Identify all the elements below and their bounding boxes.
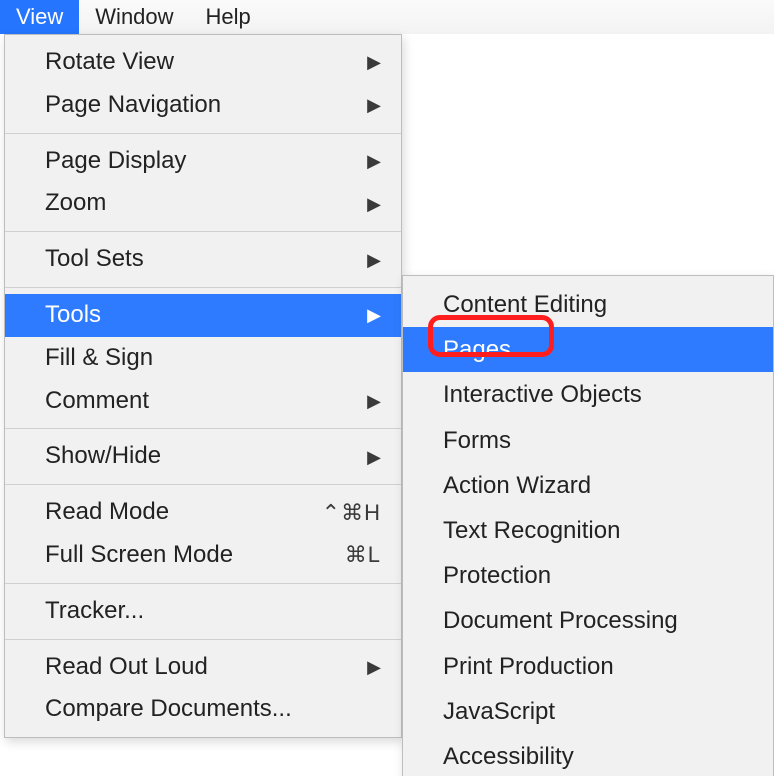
submenu-item-accessibility[interactable]: Accessibility: [403, 734, 773, 776]
submenu-item-javascript[interactable]: JavaScript: [403, 689, 773, 734]
menubar: View Window Help: [0, 0, 774, 34]
pdf-file-icon: PDF: [740, 42, 768, 72]
menu-item-label: Compare Documents...: [45, 692, 292, 727]
menu-item-label: Page Display: [45, 144, 186, 179]
submenu-arrow-icon: ▶: [367, 247, 381, 273]
submenu-arrow-icon: ▶: [367, 302, 381, 328]
menu-item-show-hide[interactable]: Show/Hide ▶: [5, 435, 401, 478]
zoom-level-combobox[interactable]: 187% ▼: [596, 165, 742, 209]
text-edit-icon[interactable]: T: [674, 92, 708, 126]
keyboard-shortcut: ⌘L: [345, 539, 381, 571]
submenu-arrow-icon: ▶: [367, 92, 381, 118]
menu-item-page-navigation[interactable]: Page Navigation ▶: [5, 84, 401, 127]
menu-window[interactable]: Window: [79, 0, 189, 34]
svg-text:T: T: [681, 97, 690, 113]
submenu-item-label: Action Wizard: [443, 467, 591, 504]
menu-separator: [5, 133, 401, 134]
comment-bubble-icon[interactable]: [622, 92, 656, 126]
menu-item-read-mode[interactable]: Read Mode ⌃⌘H: [5, 491, 401, 534]
annotation-highlight-box: [428, 315, 554, 357]
submenu-item-label: JavaScript: [443, 693, 555, 730]
gear-icon[interactable]: [570, 92, 604, 126]
menu-item-label: Zoom: [45, 186, 106, 221]
menu-item-label: Page Navigation: [45, 88, 221, 123]
submenu-item-print-production[interactable]: Print Production: [403, 644, 773, 689]
menu-separator: [5, 287, 401, 288]
submenu-arrow-icon: ▶: [367, 191, 381, 217]
submenu-item-label: Document Processing: [443, 602, 678, 639]
menu-item-read-out-loud[interactable]: Read Out Loud ▶: [5, 646, 401, 689]
submenu-item-label: Print Production: [443, 648, 614, 685]
mail-icon[interactable]: [499, 92, 533, 126]
zoom-in-button[interactable]: [542, 165, 586, 209]
zoom-out-button[interactable]: [488, 165, 532, 209]
menu-item-label: Fill & Sign: [45, 341, 153, 376]
submenu-item-label: Protection: [443, 557, 551, 594]
menu-item-label: Comment: [45, 384, 149, 419]
submenu-item-text-recognition[interactable]: Text Recognition: [403, 508, 773, 553]
view-dropdown: Rotate View ▶ Page Navigation ▶ Page Dis…: [4, 34, 402, 738]
submenu-arrow-icon: ▶: [367, 49, 381, 75]
menu-item-compare-documents[interactable]: Compare Documents...: [5, 688, 401, 731]
menu-separator: [5, 231, 401, 232]
submenu-arrow-icon: ▶: [367, 388, 381, 414]
submenu-item-label: Forms: [443, 422, 511, 459]
submenu-item-document-processing[interactable]: Document Processing: [403, 598, 773, 643]
submenu-item-label: Interactive Objects: [443, 376, 642, 413]
submenu-arrow-icon: ▶: [367, 654, 381, 680]
toolbar-right-stub: [752, 165, 768, 209]
menu-item-page-display[interactable]: Page Display ▶: [5, 140, 401, 183]
keyboard-shortcut: ⌃⌘H: [322, 497, 381, 529]
menu-item-comment[interactable]: Comment ▶: [5, 380, 401, 423]
menu-item-label: Tools: [45, 298, 101, 333]
delete-page-icon[interactable]: [726, 92, 760, 126]
submenu-item-action-wizard[interactable]: Action Wizard: [403, 463, 773, 508]
submenu-item-interactive-objects[interactable]: Interactive Objects: [403, 372, 773, 417]
menu-separator: [5, 428, 401, 429]
menu-item-rotate-view[interactable]: Rotate View ▶: [5, 41, 401, 84]
menu-view[interactable]: View: [0, 0, 79, 34]
zoom-dropdown-arrow[interactable]: ▼: [703, 166, 741, 208]
submenu-item-protection[interactable]: Protection: [403, 553, 773, 598]
submenu-arrow-icon: ▶: [367, 148, 381, 174]
menu-item-tracker[interactable]: Tracker...: [5, 590, 401, 633]
submenu-arrow-icon: ▶: [367, 444, 381, 470]
menu-item-label: Tracker...: [45, 594, 144, 629]
submenu-item-label: Text Recognition: [443, 512, 620, 549]
menu-item-tool-sets[interactable]: Tool Sets ▶: [5, 238, 401, 281]
menu-item-label: Show/Hide: [45, 439, 161, 474]
menu-item-label: Full Screen Mode: [45, 538, 233, 573]
menu-item-label: Rotate View: [45, 45, 174, 80]
menu-separator: [5, 484, 401, 485]
zoom-level-value[interactable]: 187%: [597, 166, 703, 208]
menu-item-fill-sign[interactable]: Fill & Sign: [5, 337, 401, 380]
menu-item-label: Read Out Loud: [45, 650, 208, 685]
menu-item-full-screen-mode[interactable]: Full Screen Mode ⌘L: [5, 534, 401, 577]
menu-help[interactable]: Help: [190, 0, 267, 34]
menu-item-zoom[interactable]: Zoom ▶: [5, 182, 401, 225]
toolbar-divider: [551, 85, 552, 133]
submenu-item-label: Accessibility: [443, 738, 574, 775]
menu-item-label: Read Mode: [45, 495, 169, 530]
menu-separator: [5, 639, 401, 640]
menu-separator: [5, 583, 401, 584]
submenu-item-forms[interactable]: Forms: [403, 418, 773, 463]
menu-item-label: Tool Sets: [45, 242, 144, 277]
menu-item-tools[interactable]: Tools ▶: [5, 294, 401, 337]
